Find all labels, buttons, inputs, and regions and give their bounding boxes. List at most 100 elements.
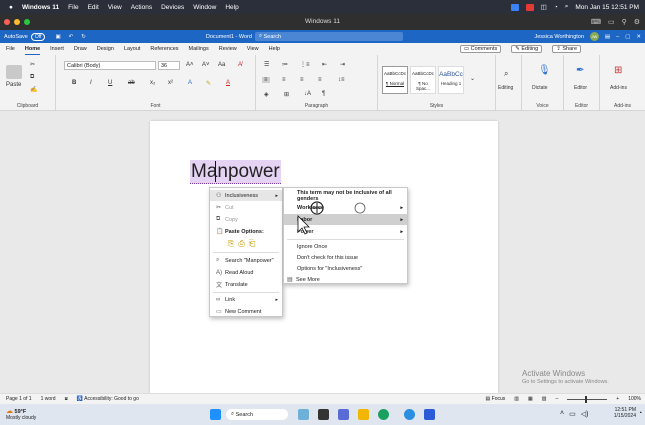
minimize-window-icon[interactable]: –	[616, 34, 619, 40]
font-color-icon[interactable]: A	[226, 80, 230, 86]
apple-icon[interactable]: ●	[9, 4, 13, 11]
document-word[interactable]: Manpower	[190, 160, 281, 184]
wifi-icon[interactable]: ◔	[554, 4, 558, 11]
style-normal[interactable]: AaBbCcDc ¶ Normal	[382, 66, 408, 94]
word-app-icon[interactable]	[424, 409, 435, 420]
menu-view[interactable]: View	[108, 4, 122, 11]
weather-widget[interactable]: ☁ 59°F Mostly cloudy	[6, 407, 66, 421]
editor-button-label[interactable]: Editor	[574, 85, 587, 91]
minimize-icon[interactable]	[14, 19, 20, 25]
submenu-see-more[interactable]: ▤ See More	[284, 274, 407, 285]
pilcrow-icon[interactable]: ¶	[322, 91, 325, 97]
notifications-icon[interactable]: ◔	[638, 410, 642, 417]
menu-item-link[interactable]: ∞ Link ▸	[210, 294, 282, 305]
tab-references[interactable]: References	[150, 46, 178, 52]
copy-icon[interactable]: ⧉	[30, 74, 34, 81]
menu-window[interactable]: Window	[193, 4, 216, 11]
zoom-thumb[interactable]	[585, 395, 588, 403]
tab-layout[interactable]: Layout	[124, 46, 141, 52]
font-size-select[interactable]: 36	[158, 61, 180, 70]
parallels-icon[interactable]	[510, 3, 519, 11]
autosave-toggle[interactable]: Off	[30, 32, 46, 41]
settings-icon[interactable]: ⚙	[634, 18, 640, 26]
sort-icon[interactable]: ↓A	[304, 91, 311, 97]
menu-item-cut[interactable]: ✂ Cut	[210, 202, 282, 213]
justify-icon[interactable]: ≡	[318, 77, 322, 83]
store-icon[interactable]	[404, 409, 415, 420]
user-name[interactable]: Jessica Worthington	[534, 34, 583, 40]
menu-item-read-aloud[interactable]: A) Read Aloud	[210, 267, 282, 278]
menu-devices[interactable]: Devices	[161, 4, 184, 11]
usb-icon[interactable]: ⚲	[622, 18, 627, 26]
addins-grid-icon[interactable]: ⊞	[614, 65, 622, 76]
superscript-button[interactable]: x²	[168, 80, 173, 86]
redo-icon[interactable]: ↻	[81, 34, 86, 40]
search-box[interactable]: ⌕ Search	[255, 32, 403, 41]
task-view-icon[interactable]	[318, 409, 329, 420]
read-mode-icon[interactable]: ▥	[514, 396, 519, 402]
cut-icon[interactable]: ✂	[30, 61, 35, 68]
clear-format-icon[interactable]: A̸	[238, 62, 242, 68]
menu-item-search[interactable]: ⌕ Search "Manpower"	[210, 255, 282, 266]
bold-button[interactable]: B	[72, 80, 76, 86]
teams-icon[interactable]	[338, 409, 349, 420]
tab-mailings[interactable]: Mailings	[189, 46, 209, 52]
menu-item-new-comment[interactable]: ▭ New Comment	[210, 306, 282, 317]
screenshot-icon[interactable]: ◫	[541, 3, 547, 11]
editing-menu-label[interactable]: Editing	[498, 85, 513, 91]
clock[interactable]: Mon Jan 15 12:51 PM	[575, 4, 639, 11]
accessibility-status[interactable]: ♿ Accessibility: Good to go	[77, 396, 139, 402]
menu-item-translate[interactable]: 文 Translate	[210, 279, 282, 290]
zoom-level[interactable]: 100%	[628, 396, 645, 402]
file-explorer-icon[interactable]	[358, 409, 369, 420]
print-layout-icon[interactable]: ▦	[528, 396, 533, 402]
record-icon[interactable]	[525, 3, 534, 11]
close-window-icon[interactable]: ✕	[636, 34, 641, 40]
shrink-font-icon[interactable]: A˅	[202, 62, 210, 68]
tab-help[interactable]: Help	[269, 46, 280, 52]
tab-insert[interactable]: Insert	[50, 46, 64, 52]
tab-home[interactable]: Home	[24, 46, 41, 55]
italic-button[interactable]: I	[90, 80, 92, 86]
paste-text-only-icon[interactable]: ⎗	[249, 239, 255, 249]
taskbar-clock[interactable]: 12:51 PM 1/15/2024	[606, 407, 636, 419]
borders-icon[interactable]: ⊞	[284, 91, 289, 98]
font-name-select[interactable]: Calibri (Body)	[64, 61, 156, 70]
keyboard-icon[interactable]: ⌨	[591, 18, 601, 26]
shading-icon[interactable]: ◈	[264, 91, 269, 98]
dictate-label[interactable]: Dictate	[532, 85, 548, 91]
format-painter-icon[interactable]: ✍	[30, 86, 37, 93]
network-icon[interactable]: ▭	[569, 410, 576, 418]
app-menu[interactable]: Windows 11	[22, 4, 59, 11]
editor-pen-icon[interactable]: ✒	[576, 65, 584, 76]
paste-icon[interactable]	[6, 65, 22, 79]
menu-item-copy[interactable]: ⧉ Copy	[210, 214, 282, 225]
restore-window-icon[interactable]: ▢	[625, 34, 630, 40]
editing-button[interactable]: ✎ Editing	[511, 45, 543, 53]
align-left-icon[interactable]: ≡	[262, 77, 270, 83]
widgets-icon[interactable]	[298, 409, 309, 420]
edge-icon[interactable]	[378, 409, 389, 420]
tab-review[interactable]: Review	[219, 46, 237, 52]
comments-button[interactable]: ▭ Comments	[459, 45, 502, 53]
styles-more-icon[interactable]: ⌄	[470, 75, 475, 82]
menu-file[interactable]: File	[68, 4, 78, 11]
bullets-icon[interactable]: ☰	[264, 61, 269, 68]
share-button[interactable]: ⇪ Share	[552, 45, 582, 53]
multilevel-icon[interactable]: ⋮≡	[300, 61, 310, 68]
menu-help[interactable]: Help	[225, 4, 238, 11]
word-count[interactable]: 1 word	[41, 396, 56, 402]
tab-draw[interactable]: Draw	[74, 46, 87, 52]
addins-button-label[interactable]: Add-ins	[610, 85, 627, 91]
zoom-out-icon[interactable]: –	[556, 396, 559, 402]
taskbar-search[interactable]: ⌕ Search	[226, 409, 288, 420]
style-heading-1[interactable]: AaBbCc Heading 1	[438, 66, 464, 94]
find-icon[interactable]: ⌕	[504, 69, 508, 79]
zoom-in-icon[interactable]: +	[616, 396, 619, 402]
change-case-icon[interactable]: Aa	[218, 62, 225, 68]
save-icon[interactable]: ▣	[55, 34, 60, 40]
volume-icon[interactable]: ◁)	[581, 410, 589, 418]
align-right-icon[interactable]: ≡	[300, 77, 304, 83]
line-spacing-icon[interactable]: ↕≡	[338, 77, 345, 83]
decrease-indent-icon[interactable]: ⇤	[322, 61, 327, 68]
